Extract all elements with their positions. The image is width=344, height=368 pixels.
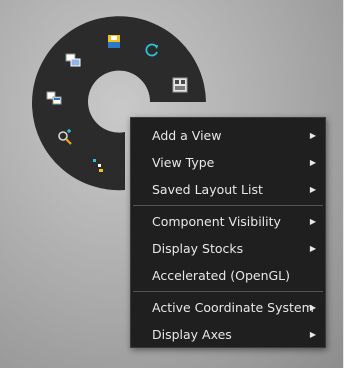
refresh-icon[interactable] (143, 41, 161, 59)
chevron-right-icon: ▶ (309, 303, 316, 312)
chevron-right-icon: ▶ (309, 158, 316, 167)
menu-item-label: Active Coordinate System (152, 300, 314, 315)
chevron-right-icon: ▶ (309, 330, 316, 339)
menu-item-accelerated-opengl[interactable]: Accelerated (OpenGL) (131, 262, 325, 289)
menu-item-label: Component Visibility (152, 214, 281, 229)
menu-separator (133, 291, 323, 292)
menu-item-label: Accelerated (OpenGL) (152, 268, 291, 283)
layout-icon[interactable] (171, 76, 189, 94)
chevron-right-icon: ▶ (309, 244, 316, 253)
axes-icon[interactable] (89, 156, 107, 174)
menu-item-label: Display Stocks (152, 241, 244, 256)
chevron-right-icon: ▶ (309, 131, 316, 140)
menu-item-saved-layout-list[interactable]: Saved Layout List ▶ (131, 176, 325, 203)
save-view-icon[interactable] (105, 33, 123, 51)
views-icon[interactable] (45, 89, 63, 107)
chevron-right-icon: ▶ (309, 217, 316, 226)
copy-view-icon[interactable] (64, 51, 82, 69)
menu-item-label: Add a View (152, 128, 222, 143)
menu-item-active-coordinate-system[interactable]: Active Coordinate System ▶ (131, 294, 325, 321)
menu-item-view-type[interactable]: View Type ▶ (131, 149, 325, 176)
menu-item-label: Display Axes (152, 327, 232, 342)
menu-item-display-axes[interactable]: Display Axes ▶ (131, 321, 325, 348)
menu-item-add-a-view[interactable]: Add a View ▶ (131, 122, 325, 149)
chevron-right-icon: ▶ (309, 185, 316, 194)
menu-item-display-stocks[interactable]: Display Stocks ▶ (131, 235, 325, 262)
menu-item-label: Saved Layout List (152, 182, 263, 197)
context-menu: Add a View ▶ View Type ▶ Saved Layout Li… (130, 117, 326, 348)
menu-item-component-visibility[interactable]: Component Visibility ▶ (131, 208, 325, 235)
menu-item-label: View Type (152, 155, 215, 170)
zoom-icon[interactable] (56, 129, 74, 147)
menu-separator (133, 205, 323, 206)
